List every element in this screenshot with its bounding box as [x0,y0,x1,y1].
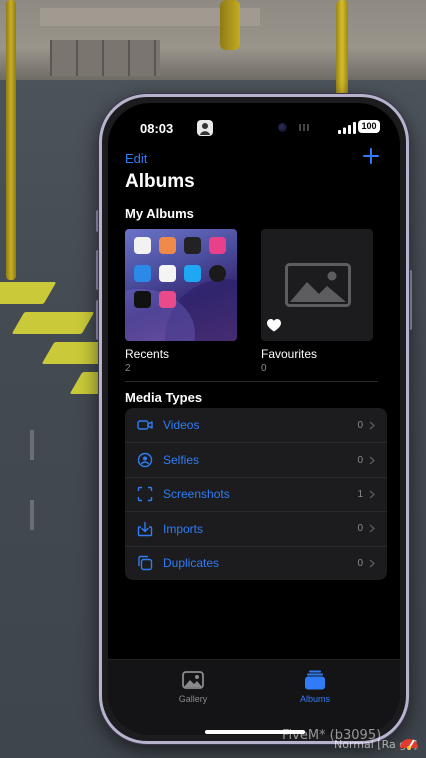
tab-label: Albums [299,694,330,704]
screenshot-icon [137,487,153,502]
page-title: Albums [125,171,195,192]
media-row-duplicates[interactable]: Duplicates 0 [125,545,387,580]
media-row-label: Videos [163,418,200,433]
media-row-label: Duplicates [163,556,220,571]
media-row-count: 0 [357,419,363,431]
face-id-sensor [299,124,309,131]
album-favourites[interactable]: Favourites 0 [261,229,373,374]
media-row-imports[interactable]: Imports 0 [125,511,387,545]
status-time: 08:03 [140,121,174,136]
edit-button[interactable]: Edit [125,151,147,166]
app-notification-icon [197,120,213,136]
album-label: Recents [125,347,170,361]
media-row-count: 0 [357,454,363,466]
tab-gallery[interactable]: Gallery [153,670,233,704]
background-building [0,0,426,80]
phone-screen: 08:03 100 Edit Albums My Albums Recents … [108,103,400,735]
image-placeholder-icon [285,263,351,307]
chevron-right-icon [369,456,375,465]
media-types-list: Videos 0 Selfies 0 Screenshots 1 Imports… [125,408,387,580]
duplicate-icon [138,556,153,571]
album-recents[interactable]: Recents 2 [125,229,237,374]
media-row-label: Selfies [163,453,200,468]
media-row-videos[interactable]: Videos 0 [125,408,387,442]
favourites-thumbnail [261,229,373,341]
media-row-count: 0 [357,557,363,569]
chevron-right-icon [369,490,375,499]
video-icon [137,420,153,430]
signal-icon [338,122,356,134]
background-pole [6,0,16,280]
heart-icon [267,319,281,332]
tab-bar: Gallery Albums [108,659,400,735]
phone-frame: 08:03 100 Edit Albums My Albums Recents … [99,94,409,744]
album-count: 0 [261,363,267,374]
battery-indicator: 100 [358,120,380,133]
section-divider [125,381,378,382]
albums-icon [305,670,325,690]
plus-icon[interactable] [362,147,380,165]
gallery-icon [182,671,204,689]
import-icon [137,521,153,537]
chevron-right-icon [369,524,375,533]
media-row-screenshots[interactable]: Screenshots 1 [125,476,387,511]
chevron-right-icon [369,421,375,430]
speedometer-icon [400,739,418,750]
media-row-selfies[interactable]: Selfies 0 [125,442,387,476]
tab-albums[interactable]: Albums [275,670,355,704]
background-pole [336,0,348,100]
media-row-label: Imports [163,521,204,536]
media-types-heading: Media Types [125,390,203,405]
my-albums-heading: My Albums [125,206,194,221]
album-label: Favourites [261,347,318,361]
media-row-count: 0 [357,523,363,535]
chevron-right-icon [369,559,375,568]
front-camera [278,123,287,132]
media-row-count: 1 [357,488,363,500]
selfie-icon [137,452,153,468]
tab-label: Gallery [178,694,208,704]
media-row-label: Screenshots [163,487,230,502]
album-count: 2 [125,363,131,374]
recents-thumbnail [125,229,237,341]
